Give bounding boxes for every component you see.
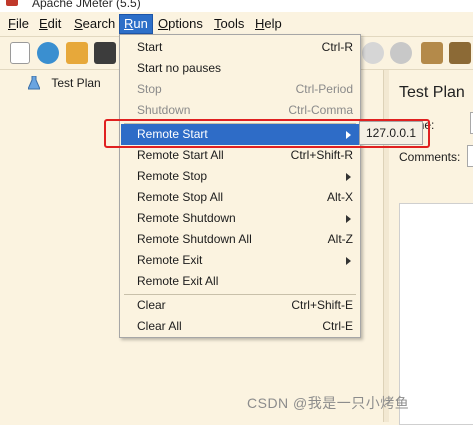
menu-item-stop[interactable]: Stop Ctrl-Period [121, 79, 359, 100]
shutdown-icon[interactable] [390, 42, 412, 64]
menu-item-label: Remote Shutdown All [137, 232, 252, 246]
menu-item-label: Remote Exit [137, 253, 203, 267]
menu-item-remote-exit-all[interactable]: Remote Exit All [121, 271, 359, 292]
user-variables-panel [399, 203, 473, 425]
templates-icon[interactable] [37, 42, 59, 64]
comments-field[interactable] [467, 145, 473, 167]
watermark-text: CSDN @我是一只小烤鱼 [247, 395, 410, 411]
menu-tools[interactable]: Tools [210, 15, 248, 33]
annotation-highlight-box [104, 119, 430, 148]
jmeter-app-icon [6, 0, 18, 6]
menu-item-remote-shutdown[interactable]: Remote Shutdown [121, 208, 359, 229]
stop-icon[interactable] [362, 42, 384, 64]
menu-item-label: Stop [137, 82, 162, 96]
menu-item-shortcut: Ctrl+Shift-E [291, 298, 353, 312]
menu-file-label: ile [15, 16, 29, 31]
window-title: Apache JMeter (5.5) [32, 0, 141, 10]
tree-item-label: Test Plan [51, 75, 101, 90]
menu-item-shortcut: Ctrl-E [322, 319, 353, 333]
menu-item-label: Clear [137, 298, 166, 312]
comments-label: Comments: [399, 150, 461, 164]
menu-item-clear[interactable]: Clear Ctrl+Shift-E [121, 295, 359, 316]
window-titlebar: Apache JMeter (5.5) [0, 0, 473, 12]
menu-item-label: Remote Shutdown [137, 211, 236, 225]
new-file-icon[interactable] [10, 42, 30, 64]
menu-edit[interactable]: Edit [35, 15, 65, 33]
menu-item-label: Clear All [137, 319, 182, 333]
menu-options[interactable]: Options [154, 15, 207, 33]
menu-search[interactable]: Search [70, 15, 119, 33]
menu-item-label: Start no pauses [137, 61, 222, 75]
submenu-arrow-icon [346, 257, 351, 265]
menu-edit-label: dit [47, 16, 62, 31]
menu-item-remote-stop-all[interactable]: Remote Stop All Alt-X [121, 187, 359, 208]
run-menu-dropdown: Start Ctrl-R Start no pauses Stop Ctrl-P… [119, 34, 361, 338]
menu-help[interactable]: Help [251, 15, 286, 33]
page-title: Test Plan [399, 84, 465, 101]
menu-item-remote-exit[interactable]: Remote Exit [121, 250, 359, 271]
menu-item-label: Start [137, 40, 163, 54]
menu-run[interactable]: Run [119, 14, 153, 34]
menu-item-label: Shutdown [137, 103, 191, 117]
menu-help-label: elp [264, 16, 282, 31]
menu-item-remote-start-all[interactable]: Remote Start All Ctrl+Shift-R [121, 145, 359, 166]
submenu-arrow-icon [346, 173, 351, 181]
menu-file[interactable]: File [4, 15, 33, 33]
menu-item-label: Remote Stop All [137, 190, 224, 204]
open-icon[interactable] [66, 42, 88, 64]
menu-options-mnemonic: O [158, 16, 169, 31]
menu-search-label: earch [82, 16, 116, 31]
menu-run-label: un [133, 16, 148, 31]
menu-item-shortcut: Alt-Z [327, 232, 353, 246]
menu-options-label: ptions [168, 16, 203, 31]
menu-item-clear-all[interactable]: Clear All Ctrl-E [121, 316, 359, 337]
menu-run-mnemonic: R [124, 16, 134, 31]
test-plan-flask-icon [28, 75, 40, 90]
menu-search-mnemonic: S [74, 16, 83, 31]
menu-help-mnemonic: H [255, 16, 265, 31]
menu-file-mnemonic: F [8, 16, 16, 31]
menu-item-label: Remote Start All [137, 148, 224, 162]
menu-item-remote-stop[interactable]: Remote Stop [121, 166, 359, 187]
menu-item-label: Remote Stop [137, 169, 208, 183]
submenu-arrow-icon [346, 215, 351, 223]
menu-item-remote-shutdown-all[interactable]: Remote Shutdown All Alt-Z [121, 229, 359, 250]
menu-item-shortcut: Ctrl-R [321, 40, 353, 54]
menu-tools-label: ools [220, 16, 245, 31]
clear-all-icon[interactable] [449, 42, 471, 64]
menu-item-shortcut: Ctrl-Comma [288, 103, 353, 117]
tree-item-test-plan[interactable]: Test Plan [10, 74, 101, 90]
menu-item-shortcut: Ctrl+Shift-R [290, 148, 353, 162]
menu-item-shutdown[interactable]: Shutdown Ctrl-Comma [121, 100, 359, 121]
menu-item-shortcut: Alt-X [326, 190, 353, 204]
menu-item-label: Remote Exit All [137, 274, 219, 288]
clear-icon[interactable] [421, 42, 443, 64]
save-icon[interactable] [94, 42, 116, 64]
menu-item-start-no-pauses[interactable]: Start no pauses [121, 58, 359, 79]
menu-item-start[interactable]: Start Ctrl-R [121, 37, 359, 58]
menu-edit-mnemonic: E [39, 16, 48, 31]
menu-item-shortcut: Ctrl-Period [295, 82, 353, 96]
